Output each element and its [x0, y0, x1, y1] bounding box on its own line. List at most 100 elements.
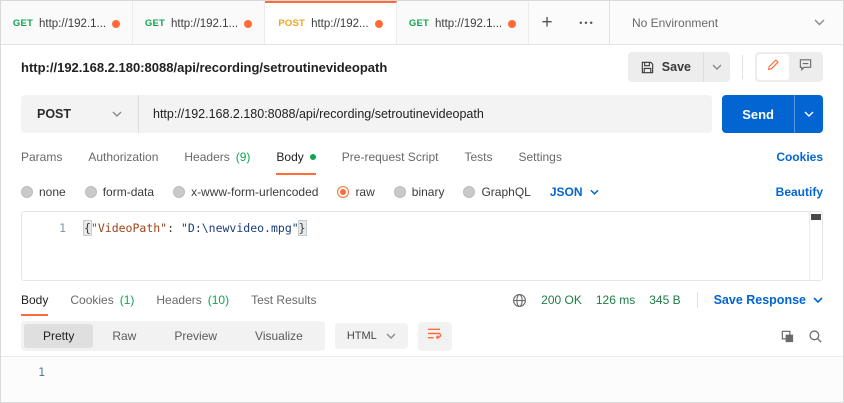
beautify-link[interactable]: Beautify [776, 185, 823, 199]
tab-label: Cookies [70, 293, 113, 307]
radio-none[interactable]: none [21, 185, 66, 199]
view-pretty-button[interactable]: Pretty [24, 324, 93, 348]
status-code: 200 OK [541, 293, 582, 307]
tab-label: Pre-request Script [342, 150, 439, 164]
divider [742, 55, 743, 79]
view-mode-segmented-control: Pretty Raw Preview Visualize [21, 321, 325, 351]
tab-params[interactable]: Params [21, 139, 62, 175]
tab-headers[interactable]: Headers (9) [184, 139, 250, 175]
editor-scrollbar[interactable] [809, 212, 822, 280]
radio-raw-selected[interactable]: raw [337, 185, 374, 199]
colon-token: : [167, 221, 181, 235]
json-value-token: "D:\newvideo.mpg" [181, 221, 299, 235]
chevron-down-icon [712, 64, 722, 70]
radio-label: none [39, 185, 66, 199]
radio-label: x-www-form-urlencoded [191, 185, 318, 199]
request-tab-4[interactable]: GET http://192.1... [397, 1, 529, 44]
tab-url-label: http://192.1... [435, 18, 502, 30]
chevron-down-icon [386, 333, 396, 339]
method-label: POST [37, 107, 71, 121]
send-button[interactable]: Send [722, 95, 823, 133]
send-options-button[interactable] [794, 95, 823, 133]
headers-count: (9) [236, 150, 251, 164]
radio-graphql[interactable]: GraphQL [463, 185, 530, 199]
radio-label: form-data [103, 185, 154, 199]
radio-label: binary [412, 185, 445, 199]
request-tab-2[interactable]: GET http://192.1... [133, 1, 265, 44]
wrap-lines-icon [427, 327, 442, 345]
tab-url-label: http://192.1... [171, 18, 238, 30]
save-icon [640, 60, 655, 75]
response-format-label: HTML [347, 330, 377, 342]
unsaved-dot-icon [375, 20, 383, 28]
url-input[interactable] [139, 95, 712, 133]
response-toolbar: Pretty Raw Preview Visualize HTML [1, 316, 843, 356]
method-url-group: POST [21, 95, 712, 133]
cookies-count: (1) [120, 293, 135, 307]
request-tab-1[interactable]: GET http://192.1... [1, 1, 133, 44]
chevron-down-icon [112, 111, 122, 117]
response-tab-test-results[interactable]: Test Results [251, 284, 316, 316]
save-label: Save [662, 60, 691, 74]
save-button[interactable]: Save [628, 52, 730, 82]
edit-comment-group [755, 52, 823, 82]
response-tab-headers[interactable]: Headers (10) [156, 284, 229, 316]
request-tab-bar: GET http://192.1... GET http://192.1... … [1, 1, 843, 45]
tab-authorization[interactable]: Authorization [88, 139, 158, 175]
radio-selected-icon [337, 186, 349, 198]
send-label: Send [722, 95, 794, 133]
response-tab-body[interactable]: Body [21, 284, 48, 316]
tab-settings[interactable]: Settings [519, 139, 562, 175]
tab-options-button[interactable]: ••• [565, 1, 609, 44]
environment-label: No Environment [632, 16, 718, 30]
tab-body[interactable]: Body [276, 139, 315, 175]
copy-button[interactable] [780, 329, 795, 344]
body-format-label: JSON [550, 185, 583, 199]
radio-x-www-form-urlencoded[interactable]: x-www-form-urlencoded [173, 185, 318, 199]
request-tab-3-active[interactable]: POST http://192... [265, 1, 397, 44]
body-format-select[interactable]: JSON [550, 185, 599, 199]
request-tabs-row: Params Authorization Headers (9) Body Pr… [1, 139, 843, 175]
radio-label: GraphQL [481, 185, 530, 199]
response-body-viewer[interactable]: 1 [1, 356, 843, 402]
headers-count: (10) [208, 293, 229, 307]
unsaved-dot-icon [112, 20, 120, 28]
view-raw-button[interactable]: Raw [93, 324, 155, 348]
response-format-select[interactable]: HTML [335, 323, 408, 349]
body-type-row: none form-data x-www-form-urlencoded raw… [1, 175, 843, 209]
chevron-down-icon [813, 297, 823, 303]
cookies-link[interactable]: Cookies [776, 139, 823, 175]
response-actions [780, 329, 823, 344]
view-visualize-button[interactable]: Visualize [236, 324, 322, 348]
tab-prerequest-script[interactable]: Pre-request Script [342, 139, 439, 175]
wrap-lines-button[interactable] [418, 322, 452, 351]
tab-tests[interactable]: Tests [464, 139, 492, 175]
edit-pencil-button[interactable] [757, 54, 789, 80]
response-size: 345 B [649, 293, 680, 307]
tab-method-label: POST [278, 18, 305, 29]
comment-button[interactable] [789, 54, 821, 80]
method-select[interactable]: POST [21, 95, 139, 133]
response-meta: 200 OK 126 ms 345 B Save Response [512, 284, 823, 316]
radio-binary[interactable]: binary [394, 185, 445, 199]
save-options-button[interactable] [703, 52, 730, 82]
open-brace-token: { [84, 221, 91, 235]
request-body-editor[interactable]: 1 {"VideoPath": "D:\newvideo.mpg"} [21, 211, 823, 281]
view-preview-button[interactable]: Preview [155, 324, 236, 348]
response-tab-cookies[interactable]: Cookies (1) [70, 284, 134, 316]
chevron-down-icon [814, 19, 825, 26]
request-header-row: http://192.168.2.180:8088/api/recording/… [1, 45, 843, 89]
json-code: {"VideoPath": "D:\newvideo.mpg"} [84, 221, 306, 236]
tab-label: Tests [464, 150, 492, 164]
radio-form-data[interactable]: form-data [85, 185, 154, 199]
save-response-button[interactable]: Save Response [714, 293, 823, 307]
new-tab-button[interactable]: + [529, 1, 565, 44]
tab-method-label: GET [145, 18, 165, 29]
body-populated-dot-icon [310, 154, 316, 160]
pencil-icon [766, 58, 780, 77]
save-response-label: Save Response [714, 293, 806, 307]
environment-selector[interactable]: No Environment [609, 1, 843, 44]
scrollbar-handle[interactable] [811, 214, 821, 220]
search-button[interactable] [808, 329, 823, 344]
tab-label: Headers [156, 293, 201, 307]
